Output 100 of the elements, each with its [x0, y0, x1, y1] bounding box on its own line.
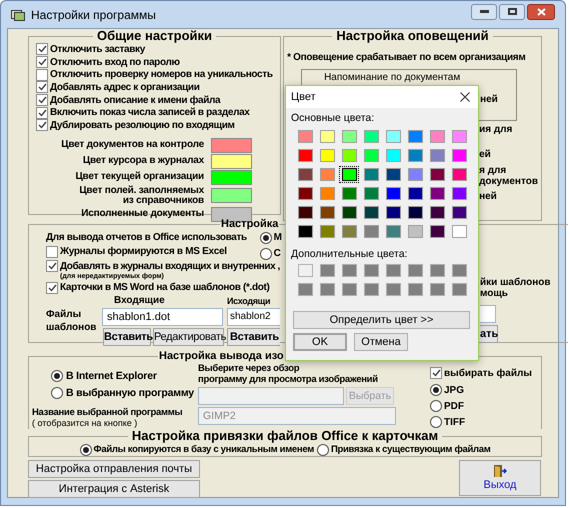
color-cell[interactable] — [317, 204, 337, 221]
color-swatch[interactable] — [211, 170, 252, 185]
color-cell[interactable] — [383, 166, 403, 183]
checkbox[interactable] — [36, 106, 48, 119]
color-cell[interactable] — [383, 185, 403, 202]
color-cell[interactable] — [317, 185, 337, 202]
color-cell[interactable] — [427, 147, 447, 164]
checkbox[interactable] — [36, 43, 48, 56]
color-cell[interactable] — [317, 166, 337, 183]
template-button[interactable]: Вставить — [103, 328, 151, 346]
color-cell[interactable] — [383, 128, 403, 145]
color-cell[interactable] — [452, 264, 466, 277]
minimize-button[interactable] — [471, 4, 497, 20]
radio-button[interactable] — [51, 387, 63, 399]
color-cell[interactable] — [427, 223, 447, 240]
checkbox[interactable] — [36, 119, 48, 132]
settings-button[interactable]: Настройка отправления почты — [28, 460, 200, 478]
checkbox[interactable] — [46, 246, 58, 258]
color-cell[interactable] — [449, 204, 469, 221]
radio-button[interactable] — [80, 444, 92, 456]
color-cell[interactable] — [405, 204, 425, 221]
color-swatch[interactable] — [211, 188, 252, 204]
radio-button[interactable] — [430, 416, 442, 428]
checkbox[interactable] — [36, 81, 48, 94]
color-cell[interactable] — [405, 223, 425, 240]
radio-button[interactable] — [430, 400, 442, 412]
color-cell[interactable] — [405, 128, 425, 145]
exit-button[interactable]: Выход — [459, 460, 541, 496]
color-cell[interactable] — [317, 128, 337, 145]
checkbox[interactable] — [36, 68, 48, 81]
color-cell[interactable] — [317, 147, 337, 164]
checkbox[interactable] — [46, 282, 58, 294]
color-cell[interactable] — [361, 147, 381, 164]
ok-button[interactable]: OK — [293, 333, 347, 351]
color-cell[interactable] — [405, 147, 425, 164]
color-cell[interactable] — [405, 166, 425, 183]
color-cell[interactable] — [427, 204, 447, 221]
color-cell[interactable] — [317, 223, 337, 240]
color-cell[interactable] — [408, 264, 422, 277]
color-cell[interactable] — [383, 223, 403, 240]
color-cell[interactable] — [361, 185, 381, 202]
color-cell[interactable] — [320, 264, 334, 277]
color-cell[interactable] — [452, 283, 466, 296]
color-cell[interactable] — [295, 166, 315, 183]
color-cell[interactable] — [430, 283, 444, 296]
close-button[interactable] — [527, 4, 555, 20]
color-cell[interactable] — [339, 204, 359, 221]
color-cell[interactable] — [386, 264, 400, 277]
color-cell[interactable] — [430, 264, 444, 277]
color-cell[interactable] — [342, 264, 356, 277]
color-cell[interactable] — [339, 185, 359, 202]
color-cell[interactable] — [295, 223, 315, 240]
color-cell[interactable] — [339, 223, 359, 240]
color-cell[interactable] — [386, 283, 400, 296]
input-field[interactable] — [480, 305, 496, 323]
color-cell[interactable] — [295, 204, 315, 221]
color-cell[interactable] — [339, 147, 359, 164]
input-field[interactable]: shablon1.dot — [102, 308, 223, 326]
color-cell[interactable] — [427, 185, 447, 202]
color-cell[interactable] — [295, 147, 315, 164]
maximize-button[interactable] — [499, 4, 525, 20]
radio-button[interactable] — [51, 370, 63, 382]
color-cell[interactable] — [408, 283, 422, 296]
radio-button[interactable] — [260, 248, 272, 260]
checkbox[interactable] — [46, 260, 58, 272]
color-cell[interactable] — [361, 128, 381, 145]
color-cell[interactable] — [295, 128, 315, 145]
color-swatch[interactable] — [211, 138, 252, 153]
color-cell[interactable] — [449, 166, 469, 183]
color-cell[interactable] — [364, 264, 378, 277]
color-cell[interactable] — [427, 128, 447, 145]
input-field[interactable] — [198, 387, 344, 405]
color-cell[interactable] — [383, 147, 403, 164]
color-cell[interactable] — [298, 283, 312, 296]
color-cell[interactable] — [449, 128, 469, 145]
color-cell[interactable] — [298, 264, 312, 277]
checkbox[interactable] — [36, 56, 48, 68]
checkbox[interactable] — [36, 94, 48, 106]
color-cell[interactable] — [427, 166, 447, 183]
color-cell[interactable] — [361, 204, 381, 221]
color-cell[interactable] — [339, 166, 359, 183]
color-cell[interactable] — [320, 283, 334, 296]
input-field[interactable]: shablon2 — [227, 308, 280, 326]
color-swatch[interactable] — [211, 154, 252, 169]
color-cell[interactable] — [342, 283, 356, 296]
checkbox[interactable] — [430, 367, 442, 379]
color-cell[interactable] — [361, 166, 381, 183]
color-cell[interactable] — [339, 128, 359, 145]
color-cell[interactable] — [449, 147, 469, 164]
template-button[interactable]: Вставить — [227, 328, 280, 346]
define-color-button[interactable]: Определить цвет >> — [293, 311, 470, 329]
color-cell[interactable] — [295, 185, 315, 202]
radio-button[interactable] — [430, 384, 442, 396]
color-cell[interactable] — [383, 204, 403, 221]
color-cell[interactable] — [449, 185, 469, 202]
color-cell[interactable] — [364, 283, 378, 296]
close-icon[interactable] — [460, 92, 470, 102]
template-button[interactable]: Редактировать — [153, 328, 224, 346]
settings-button[interactable]: Интеграция с Asterisk — [28, 480, 200, 498]
color-cell[interactable] — [449, 223, 469, 240]
